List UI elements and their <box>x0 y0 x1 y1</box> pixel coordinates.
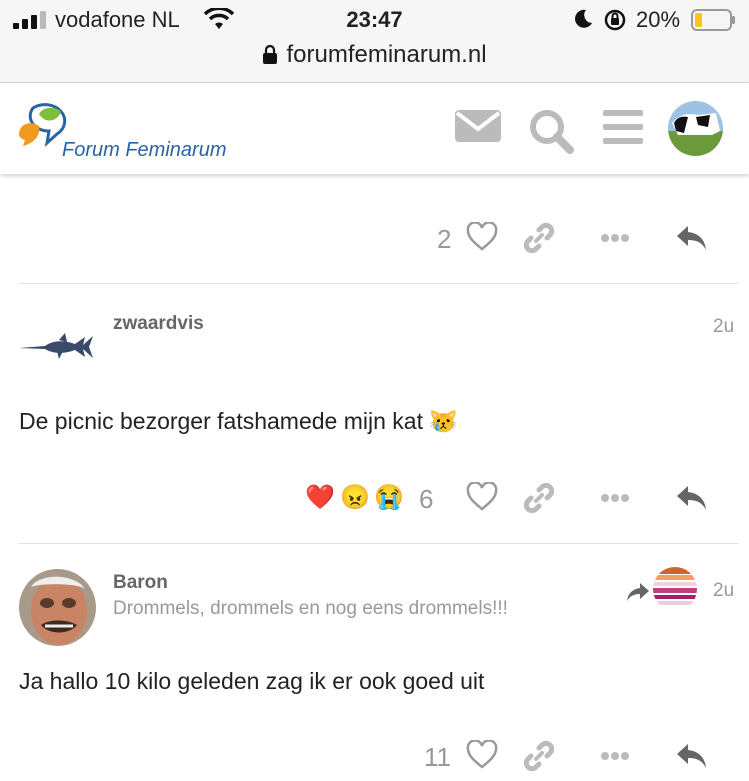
browser-status-bar: vodafone NL 23:47 20% forumfeminarum.nl <box>0 0 749 83</box>
more-options-icon[interactable] <box>600 751 630 761</box>
post-content: Ja hallo 10 kilo geleden zag ik er ook g… <box>19 668 485 694</box>
post-1-actions: 2 <box>0 218 749 258</box>
heart-reaction-icon[interactable]: ❤️ <box>305 483 335 512</box>
battery-percentage: 20% <box>636 7 681 32</box>
post-username[interactable]: Baron <box>113 572 168 594</box>
swordfish-avatar[interactable] <box>19 331 97 363</box>
share-link-icon[interactable] <box>523 222 555 254</box>
battery-icon <box>691 9 735 31</box>
site-header: Forum Feminarum <box>0 83 749 174</box>
user-title: Drommels, drommels en nog eens drommels!… <box>113 598 508 619</box>
like-count: 6 <box>419 484 434 514</box>
reply-icon[interactable] <box>676 742 708 770</box>
more-options-icon[interactable] <box>600 233 630 243</box>
lock-icon <box>263 44 278 64</box>
like-heart-icon[interactable] <box>466 482 498 512</box>
url-text: forumfeminarum.nl <box>286 41 487 68</box>
rotation-lock-icon <box>604 9 626 31</box>
post-username[interactable]: zwaardvis <box>113 313 204 335</box>
address-bar[interactable]: forumfeminarum.nl <box>0 41 749 69</box>
hamburger-menu-icon[interactable] <box>603 108 643 146</box>
post-3-actions: 11 <box>0 736 749 776</box>
like-heart-icon[interactable] <box>466 740 498 770</box>
reply-to-arrow-icon[interactable] <box>626 582 650 602</box>
crying-reaction-icon[interactable]: 😭 <box>374 483 404 512</box>
do-not-disturb-moon-icon <box>575 9 592 28</box>
post-content: De picnic bezorger fatshamede mijn kat 😿 <box>19 408 458 434</box>
search-icon[interactable] <box>528 108 574 154</box>
post-2-actions: ❤️ 😠 😭 6 <box>0 478 749 518</box>
more-options-icon[interactable] <box>600 493 630 503</box>
like-heart-icon[interactable] <box>466 222 498 252</box>
like-count: 2 <box>437 224 452 254</box>
reply-to-avatar[interactable] <box>653 567 697 611</box>
reply-icon[interactable] <box>676 484 708 512</box>
envelope-icon[interactable] <box>455 108 501 144</box>
like-count: 11 <box>424 742 451 772</box>
site-name[interactable]: Forum Feminarum <box>62 139 226 162</box>
baron-avatar[interactable] <box>19 569 96 646</box>
share-link-icon[interactable] <box>523 482 555 514</box>
post-divider <box>19 543 739 544</box>
reply-icon[interactable] <box>676 224 708 252</box>
post-divider <box>19 283 739 284</box>
angry-reaction-icon[interactable]: 😠 <box>340 483 370 512</box>
share-link-icon[interactable] <box>523 740 555 772</box>
post-age[interactable]: 2u <box>713 580 734 602</box>
user-avatar[interactable] <box>668 101 723 156</box>
post-age[interactable]: 2u <box>713 316 734 338</box>
